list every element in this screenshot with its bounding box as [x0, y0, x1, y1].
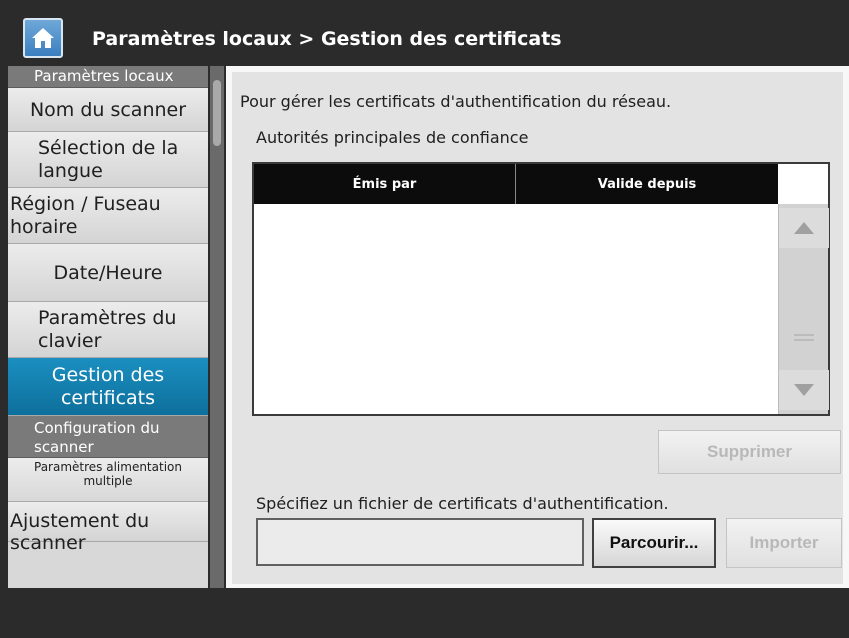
column-valid-from[interactable]: Valide depuis: [516, 164, 778, 204]
sidebar-scrollbar[interactable]: [210, 66, 224, 588]
table-scrollbar[interactable]: [778, 204, 829, 414]
sidebar-item-datetime[interactable]: Date/Heure: [8, 244, 208, 302]
sidebar-scroll-thumb[interactable]: [213, 80, 221, 146]
browse-button[interactable]: Parcourir...: [592, 518, 716, 568]
triangle-up-icon: [794, 222, 814, 234]
title-bar: Paramètres locaux > Gestion des certific…: [0, 0, 849, 66]
certificates-table[interactable]: Émis par Valide depuis: [252, 162, 830, 416]
sidebar-category-scanner: Configuration du scanner: [8, 416, 208, 458]
grip-icon: [794, 334, 814, 341]
triangle-down-icon: [794, 384, 814, 396]
import-button[interactable]: Importer: [726, 518, 842, 568]
page-title: Paramètres locaux > Gestion des certific…: [92, 28, 562, 50]
file-label: Spécifiez un fichier de certificats d'au…: [256, 494, 669, 513]
sidebar-item-multifeed[interactable]: Paramètres alimentation multiple: [8, 458, 208, 502]
sidebar-item-language[interactable]: Sélection de la langue: [8, 132, 208, 188]
scroll-grip[interactable]: [779, 318, 829, 358]
sidebar-item-scanner-name[interactable]: Nom du scanner: [8, 88, 208, 132]
sidebar-item-scanner-adjust[interactable]: Ajustement du scanner: [8, 502, 208, 554]
sidebar-item-timezone[interactable]: Région / Fuseau horaire: [8, 188, 208, 244]
sidebar-item-keyboard[interactable]: Paramètres du clavier: [8, 302, 208, 358]
scroll-up-button[interactable]: [779, 208, 829, 248]
table-header: Émis par Valide depuis: [254, 164, 778, 204]
sidebar-category-local: Paramètres locaux: [8, 66, 208, 88]
home-icon: [32, 28, 54, 48]
page-description: Pour gérer les certificats d'authentific…: [240, 92, 672, 111]
sidebar: Paramètres locaux Nom du scanner Sélecti…: [8, 66, 208, 588]
sidebar-item-certificates[interactable]: Gestion des certificats: [8, 358, 208, 416]
footer-bar: [0, 588, 849, 638]
delete-button[interactable]: Supprimer: [658, 430, 841, 474]
trusted-authorities-heading: Autorités principales de confiance: [256, 128, 529, 147]
column-issued-by[interactable]: Émis par: [254, 164, 516, 204]
scroll-down-button[interactable]: [779, 370, 829, 410]
home-button[interactable]: [23, 18, 63, 58]
certificate-file-field[interactable]: [256, 518, 584, 566]
